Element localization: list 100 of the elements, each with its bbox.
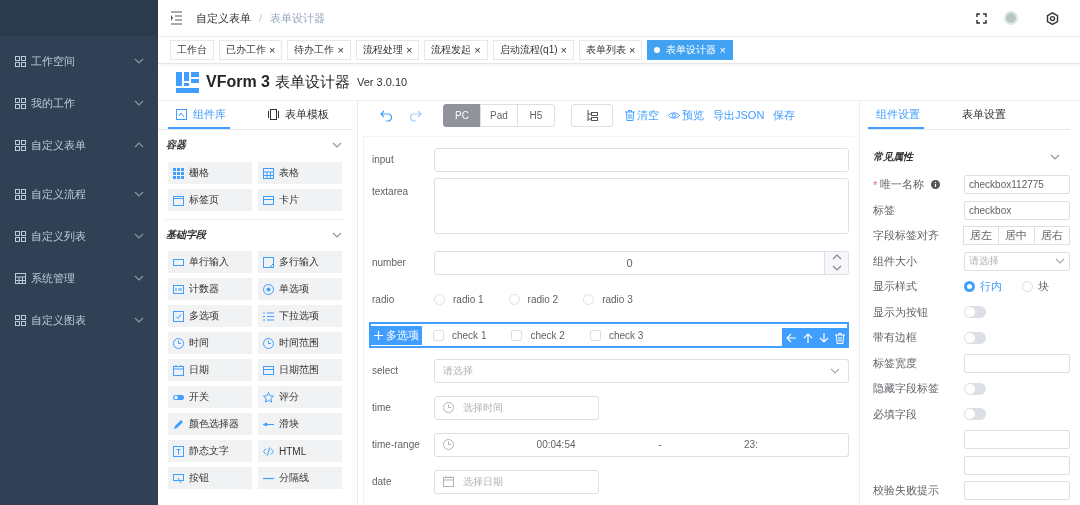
sidebar-item[interactable]: 工作空间 xyxy=(0,40,158,82)
checkbox-option[interactable]: check 2 xyxy=(511,329,565,341)
close-icon[interactable]: × xyxy=(337,44,344,56)
align-button[interactable]: 居右 xyxy=(1033,226,1070,246)
pen-icon xyxy=(173,418,184,430)
chevron-down-icon[interactable] xyxy=(332,142,342,148)
component-item[interactable]: 单选项 xyxy=(258,278,342,300)
decrement-icon[interactable] xyxy=(831,265,842,271)
increment-icon[interactable] xyxy=(831,254,842,260)
chevron-down-icon[interactable] xyxy=(1050,154,1060,160)
text-icon xyxy=(173,445,184,457)
component-item[interactable]: 按钮 xyxy=(168,467,252,489)
field-label: input xyxy=(372,154,394,165)
component-item[interactable]: 下拉选项 xyxy=(258,305,342,327)
component-item[interactable]: 标签页 xyxy=(168,189,252,211)
component-item[interactable]: 卡片 xyxy=(258,189,342,211)
component-item[interactable]: 多选项 xyxy=(168,305,252,327)
template-icon xyxy=(268,108,279,120)
settings-icon[interactable] xyxy=(1046,11,1059,25)
trash-icon[interactable] xyxy=(835,332,845,344)
toggle-switch[interactable] xyxy=(964,382,986,395)
redo-icon[interactable] xyxy=(410,109,422,122)
page-tab[interactable]: 待办工作 × xyxy=(287,40,351,60)
radio-option[interactable]: radio 3 xyxy=(583,294,633,305)
component-item[interactable]: 多行输入 xyxy=(258,251,342,273)
component-item[interactable]: 滑块 xyxy=(258,413,342,435)
component-item[interactable]: 栅格 xyxy=(168,162,252,184)
arrow-down-icon[interactable] xyxy=(819,332,829,344)
radio-option[interactable]: radio 2 xyxy=(508,294,559,305)
close-icon[interactable]: × xyxy=(474,44,481,56)
close-icon[interactable]: × xyxy=(405,44,413,56)
chevron-down-icon xyxy=(134,100,144,106)
component-item[interactable]: 单行输入 xyxy=(168,251,252,273)
toggle-switch[interactable] xyxy=(964,408,986,421)
panel-tab[interactable]: 表单设置 xyxy=(954,101,1010,129)
version-label: Ver 3.0.10 xyxy=(357,76,408,88)
radio-option[interactable]: radio 1 xyxy=(434,294,484,305)
align-button[interactable]: 居中 xyxy=(998,226,1035,246)
page-tab[interactable]: 流程发起 × xyxy=(424,40,488,60)
close-icon[interactable]: × xyxy=(269,44,276,56)
component-item[interactable]: 评分 xyxy=(258,386,342,408)
input-field[interactable] xyxy=(964,455,1070,475)
component-item[interactable]: 静态文字 xyxy=(168,440,252,462)
component-item[interactable]: 日期 xyxy=(168,359,252,381)
page-tab[interactable]: 启动流程(q1) × xyxy=(492,40,574,60)
component-item[interactable]: 开关 xyxy=(168,386,252,408)
clock-icon xyxy=(263,337,274,349)
tree-button[interactable] xyxy=(571,104,613,127)
sidebar-item[interactable]: 自定义列表 xyxy=(0,215,158,257)
input-field[interactable] xyxy=(964,481,1070,501)
fullscreen-icon[interactable] xyxy=(976,12,987,24)
textarea-field[interactable] xyxy=(434,178,849,234)
chevron-down-icon[interactable] xyxy=(332,231,342,238)
radio-option[interactable]: 块 xyxy=(1022,279,1049,295)
number-field[interactable]: 0 xyxy=(434,250,849,275)
component-item[interactable]: 表格 xyxy=(258,162,342,184)
avatar[interactable] xyxy=(1004,11,1018,25)
page-tab[interactable]: 表单列表 × xyxy=(579,40,643,60)
checkbox-option[interactable]: check 1 xyxy=(433,329,487,341)
component-item[interactable]: 时间 xyxy=(168,332,252,354)
sidebar-item[interactable]: 自定义流程 xyxy=(0,173,158,215)
component-item[interactable]: 计数器 xyxy=(168,278,252,300)
device-button[interactable]: H5 xyxy=(517,104,555,127)
time-range-picker[interactable]: 00:04:54 - 23: xyxy=(434,432,849,457)
undo-icon[interactable] xyxy=(380,109,392,122)
align-button[interactable]: 居左 xyxy=(963,226,1000,246)
close-icon[interactable]: × xyxy=(629,44,636,56)
clock-icon xyxy=(443,402,454,413)
component-item[interactable]: 时间范围 xyxy=(258,332,342,354)
input-field[interactable]: checkbox112775 xyxy=(964,175,1070,195)
toggle-switch[interactable] xyxy=(964,331,986,344)
component-item[interactable]: 颜色选择器 xyxy=(168,413,252,435)
close-icon[interactable]: × xyxy=(560,44,567,56)
selected-field[interactable]: 多选项 check 1 check 2 check 3 xyxy=(369,322,849,348)
arrow-left-icon[interactable] xyxy=(786,333,797,343)
toggle-switch[interactable] xyxy=(964,306,986,319)
breadcrumb-item[interactable]: 自定义表单 xyxy=(196,10,251,26)
input-field[interactable]: checkbox xyxy=(964,200,1070,220)
input-field[interactable] xyxy=(964,353,1070,373)
panel-tab[interactable]: 表单模板 xyxy=(260,101,333,129)
sidebar-item[interactable]: 自定义表单 xyxy=(0,124,158,166)
input-field[interactable] xyxy=(434,147,849,172)
page-tab[interactable]: 流程处理 × xyxy=(355,40,420,60)
app-subtitle: 表单设计器 xyxy=(275,72,350,92)
chevron-down-icon xyxy=(134,58,144,64)
page-tab[interactable]: 工作台 xyxy=(170,40,214,60)
arrow-up-icon[interactable] xyxy=(803,332,813,344)
sidebar-item[interactable]: 自定义图表 xyxy=(0,299,158,341)
input-field[interactable] xyxy=(964,430,1070,450)
component-item[interactable]: 分隔线 xyxy=(258,467,342,489)
menu-icon[interactable] xyxy=(171,11,182,25)
component-item[interactable]: HTML xyxy=(258,440,342,462)
setting-label: 必填字段 xyxy=(873,406,917,422)
checkbox-icon xyxy=(173,310,184,322)
page-tab[interactable]: 已办工作 × xyxy=(219,40,283,60)
sidebar-item[interactable]: 我的工作 xyxy=(0,82,158,124)
sidebar-item[interactable]: 系统管理 xyxy=(0,257,158,299)
component-item[interactable]: 日期范围 xyxy=(258,359,342,381)
device-button[interactable]: Pad xyxy=(480,104,518,127)
checkbox-option[interactable]: check 3 xyxy=(589,329,644,341)
